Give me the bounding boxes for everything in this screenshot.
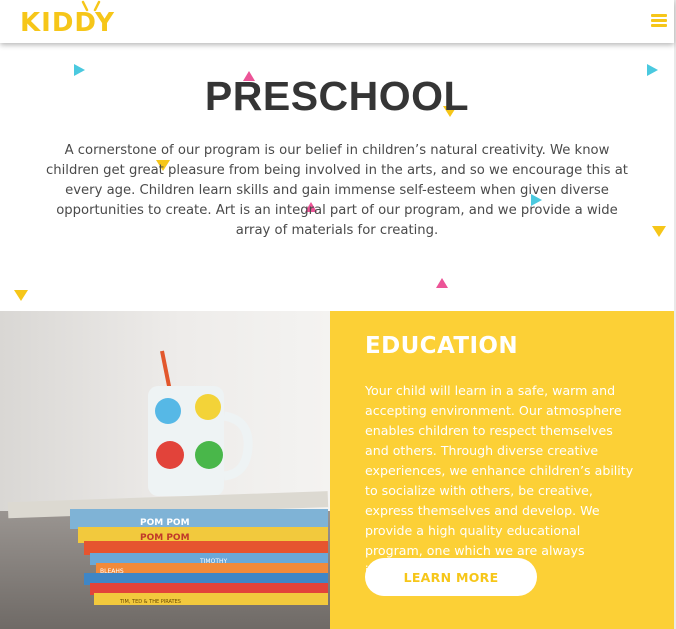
learn-more-button[interactable]: LEARN MORE: [365, 558, 537, 596]
education-photo: POM POM POM POM TIMOTHY BLEAHS TIM, TED …: [0, 311, 330, 629]
hamburger-menu-icon[interactable]: [651, 14, 667, 28]
book-spine-label: TIM, TED & THE PIRATES: [119, 599, 181, 605]
triangle-pink-icon: [436, 278, 448, 288]
mug-and-books-illustration: POM POM POM POM TIMOTHY BLEAHS TIM, TED …: [0, 311, 330, 629]
site-header: KIDDY: [0, 0, 674, 43]
book-spine-label: BLEAHS: [100, 568, 124, 575]
logo[interactable]: KIDDY: [20, 0, 124, 38]
intro-paragraph: A cornerstone of our program is our beli…: [46, 143, 628, 238]
page: KIDDY PRESCHOOL A cornerstone of our pro…: [0, 0, 674, 629]
page-title: PRESCHOOL: [204, 73, 470, 119]
book-spine-label: POM POM: [140, 518, 190, 528]
triangle-yellow-icon: [652, 226, 666, 237]
education-title: EDUCATION: [365, 333, 519, 359]
triangle-yellow-icon: [14, 290, 28, 301]
education-panel: EDUCATION Your child will learn in a saf…: [330, 311, 674, 629]
logo-text: KIDDY: [20, 8, 115, 38]
book-spine-label: TIMOTHY: [199, 558, 228, 565]
education-paragraph: Your child will learn in a safe, warm an…: [365, 383, 634, 578]
book-spine-label: POM POM: [140, 533, 190, 543]
